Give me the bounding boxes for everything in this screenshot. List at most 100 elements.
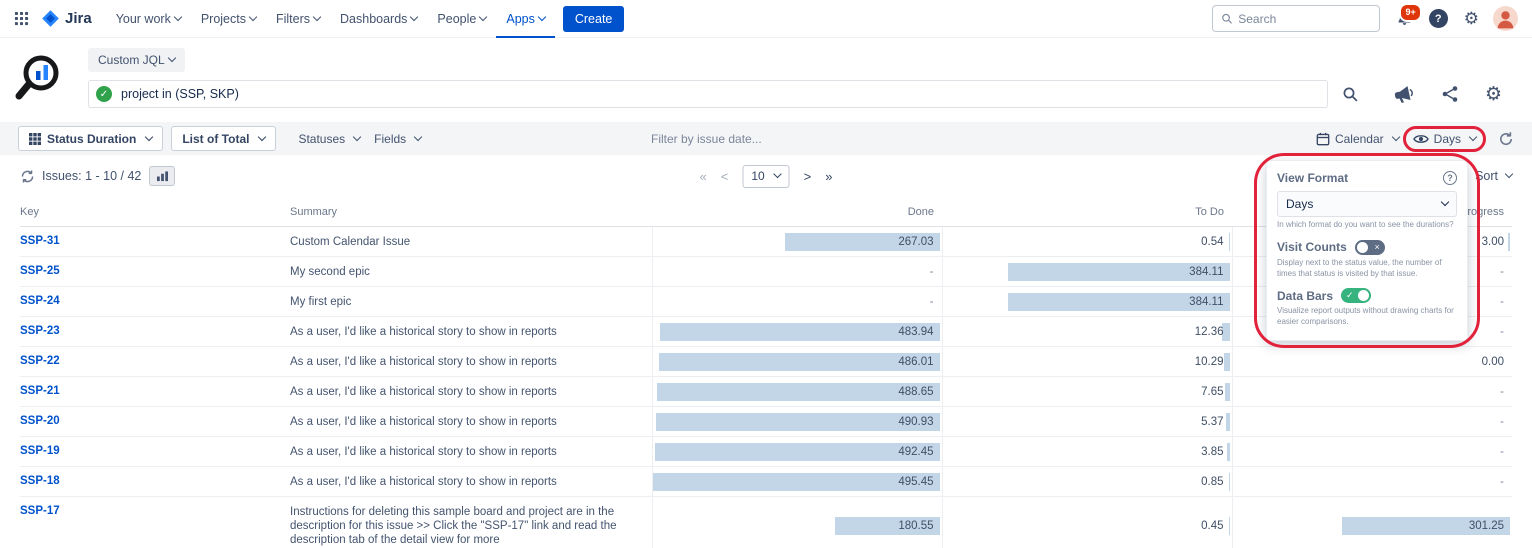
page-size-value: 10 bbox=[751, 169, 764, 183]
calendar-dropdown[interactable]: Calendar bbox=[1316, 132, 1399, 146]
view-format-title: View Format bbox=[1277, 171, 1348, 185]
jira-logo[interactable]: Jira bbox=[41, 9, 92, 28]
create-button[interactable]: Create bbox=[563, 6, 625, 32]
duration-value: 0.54 bbox=[943, 236, 1224, 248]
column-header-key[interactable]: Key bbox=[20, 197, 290, 227]
nav-people[interactable]: People bbox=[427, 0, 496, 38]
data-bar bbox=[1227, 443, 1229, 461]
avatar[interactable] bbox=[1493, 6, 1518, 31]
help-button[interactable]: ? bbox=[1429, 9, 1448, 28]
bar-chart-icon bbox=[156, 171, 169, 182]
toggle-knob bbox=[1357, 242, 1368, 253]
search-input[interactable] bbox=[1238, 12, 1371, 26]
grid-icon bbox=[29, 133, 41, 145]
chevron-down-icon bbox=[414, 132, 422, 140]
issue-key-link[interactable]: SSP-25 bbox=[20, 265, 60, 277]
jql-search-icon[interactable] bbox=[1342, 86, 1358, 102]
duration-value: 301.25 bbox=[1233, 520, 1505, 532]
issue-summary: As a user, I'd like a historical story t… bbox=[290, 407, 652, 437]
duration-cell-inprogress: 301.25 bbox=[1232, 497, 1512, 548]
issue-key-link[interactable]: SSP-20 bbox=[20, 415, 60, 427]
app-switcher-icon[interactable] bbox=[14, 11, 29, 26]
app-logo-magnifier-icon bbox=[14, 50, 70, 111]
chevron-down-icon bbox=[353, 132, 361, 140]
format-select[interactable]: Days bbox=[1277, 191, 1457, 217]
view-format-dropdown[interactable]: Days bbox=[1413, 132, 1476, 146]
fields-label: Fields bbox=[374, 132, 406, 146]
statuses-label: Statuses bbox=[298, 132, 345, 146]
fields-dropdown[interactable]: Fields bbox=[374, 132, 421, 146]
eye-icon bbox=[1413, 133, 1429, 145]
query-controls: Custom JQL ✓ ⚙ bbox=[88, 48, 1508, 108]
column-header-todo[interactable]: To Do bbox=[942, 197, 1232, 227]
column-header-done[interactable]: Done bbox=[652, 197, 942, 227]
nav-your-work[interactable]: Your work bbox=[106, 0, 191, 38]
list-mode-dropdown[interactable]: List of Total bbox=[171, 126, 276, 151]
duration-value: 486.01 bbox=[653, 356, 934, 368]
jql-mode-dropdown[interactable]: Custom JQL bbox=[88, 48, 185, 72]
nav-apps[interactable]: Apps bbox=[496, 0, 555, 38]
jql-input-wrap: ✓ bbox=[88, 80, 1328, 108]
issue-key-cell: SSP-24 bbox=[20, 287, 290, 317]
issue-key-link[interactable]: SSP-17 bbox=[20, 505, 60, 517]
issue-key-cell: SSP-20 bbox=[20, 407, 290, 437]
visit-counts-toggle[interactable]: × bbox=[1355, 240, 1385, 255]
duration-value: - bbox=[1233, 386, 1505, 398]
visit-counts-label: Visit Counts bbox=[1277, 240, 1347, 254]
report-type-label: Status Duration bbox=[47, 132, 136, 146]
view-format-header: View Format ? bbox=[1277, 171, 1457, 185]
sync-icon[interactable] bbox=[1498, 131, 1514, 147]
issue-key-link[interactable]: SSP-19 bbox=[20, 445, 60, 457]
issue-key-link[interactable]: SSP-18 bbox=[20, 475, 60, 487]
notifications-button[interactable]: 9+ bbox=[1396, 10, 1413, 27]
format-help-text: In which format do you want to see the d… bbox=[1277, 220, 1457, 231]
issue-date-filter-input[interactable] bbox=[651, 132, 881, 146]
settings-icon[interactable]: ⚙ bbox=[1464, 10, 1479, 27]
jql-valid-check-icon: ✓ bbox=[96, 86, 112, 102]
pagination: « < 10 > » bbox=[699, 165, 832, 188]
data-bars-toggle[interactable]: ✓ bbox=[1341, 288, 1371, 303]
duration-value: - bbox=[653, 296, 934, 308]
nav-apps-label: Apps bbox=[506, 12, 535, 26]
table-row: SSP-20 As a user, I'd like a historical s… bbox=[20, 407, 1512, 437]
issue-key-link[interactable]: SSP-31 bbox=[20, 235, 60, 247]
nav-dashboards[interactable]: Dashboards bbox=[330, 0, 427, 38]
column-header-summary[interactable]: Summary bbox=[290, 197, 652, 227]
issue-key-cell: SSP-18 bbox=[20, 467, 290, 497]
page-size-select[interactable]: 10 bbox=[742, 165, 789, 188]
announcement-icon[interactable] bbox=[1394, 85, 1415, 104]
statuses-dropdown[interactable]: Statuses bbox=[298, 132, 360, 146]
global-search-box[interactable] bbox=[1212, 5, 1380, 32]
chevron-down-icon bbox=[773, 170, 781, 178]
table-row: SSP-22As a user, I'd like a historical s… bbox=[20, 347, 1512, 377]
duration-value: 492.45 bbox=[653, 446, 934, 458]
issue-key-cell: SSP-17 bbox=[20, 497, 290, 548]
view-format-value-label: Days bbox=[1434, 132, 1461, 146]
prev-page-button[interactable]: < bbox=[721, 169, 729, 184]
sort-dropdown[interactable]: Sort bbox=[1475, 169, 1512, 183]
first-page-button[interactable]: « bbox=[699, 169, 706, 184]
chart-view-button[interactable] bbox=[149, 166, 175, 186]
chevron-down-icon bbox=[145, 132, 153, 140]
nav-people-label: People bbox=[437, 12, 476, 26]
nav-projects[interactable]: Projects bbox=[191, 0, 266, 38]
share-icon[interactable] bbox=[1441, 85, 1459, 103]
last-page-button[interactable]: » bbox=[825, 169, 832, 184]
next-page-button[interactable]: > bbox=[804, 169, 812, 184]
refresh-icon[interactable] bbox=[20, 169, 35, 184]
issue-key-link[interactable]: SSP-22 bbox=[20, 355, 60, 367]
report-type-dropdown[interactable]: Status Duration bbox=[18, 126, 163, 151]
jql-input[interactable] bbox=[88, 80, 1328, 108]
table-row: SSP-17Instructions for deleting this sam… bbox=[20, 497, 1512, 548]
table-row: SSP-21As a user, I'd like a historical s… bbox=[20, 377, 1512, 407]
data-bars-row: Data Bars ✓ bbox=[1277, 288, 1457, 303]
issue-key-link[interactable]: SSP-24 bbox=[20, 295, 60, 307]
duration-value: - bbox=[1233, 416, 1505, 428]
data-bar bbox=[1224, 353, 1230, 371]
issue-key-link[interactable]: SSP-23 bbox=[20, 325, 60, 337]
issue-key-link[interactable]: SSP-21 bbox=[20, 385, 60, 397]
nav-filters[interactable]: Filters bbox=[266, 0, 330, 38]
duration-cell-todo: 384.11 bbox=[942, 257, 1232, 287]
help-icon[interactable]: ? bbox=[1443, 171, 1457, 185]
app-settings-icon[interactable]: ⚙ bbox=[1485, 85, 1502, 104]
